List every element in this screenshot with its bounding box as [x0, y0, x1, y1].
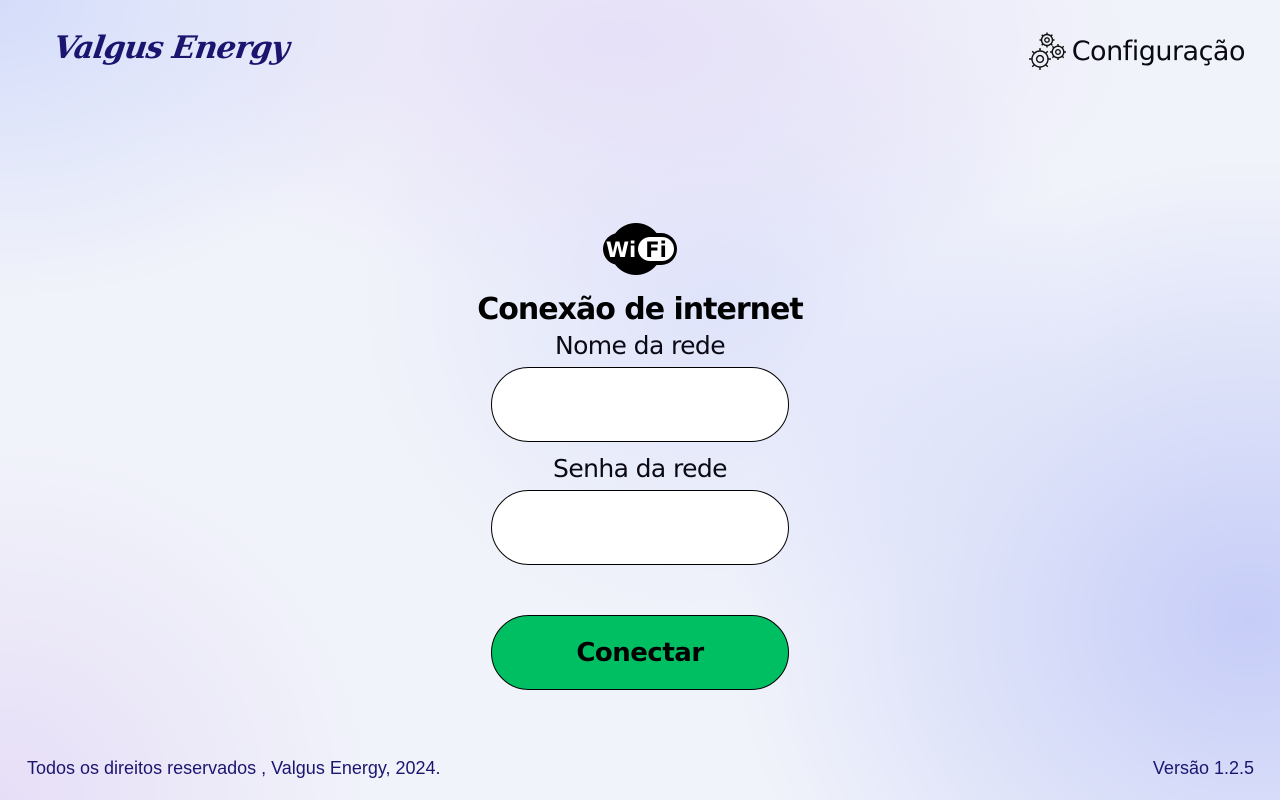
- version-text: Versão 1.2.5: [1152, 758, 1254, 778]
- settings-button[interactable]: Configuração: [1027, 29, 1246, 73]
- network-name-input[interactable]: [491, 367, 789, 442]
- network-name-label: Nome da rede: [555, 331, 726, 360]
- wifi-icon-text-wi: Wi: [606, 238, 636, 262]
- brand-logo: Valgus Energy: [51, 30, 291, 66]
- connect-button[interactable]: Conectar: [491, 615, 789, 690]
- wifi-icon: Wi Fi: [603, 223, 677, 275]
- network-password-input[interactable]: [491, 490, 789, 565]
- wifi-connection-panel: Wi Fi Conexão de internet Nome da rede S…: [477, 222, 804, 690]
- gears-icon: [1028, 32, 1066, 70]
- page-title: Conexão de internet: [477, 292, 803, 327]
- copyright-text: Todos os direitos reservados , Valgus En…: [27, 758, 441, 778]
- wifi-icon-text-fi: Fi: [645, 238, 667, 262]
- settings-label: Configuração: [1071, 35, 1246, 67]
- network-password-label: Senha da rede: [553, 454, 728, 483]
